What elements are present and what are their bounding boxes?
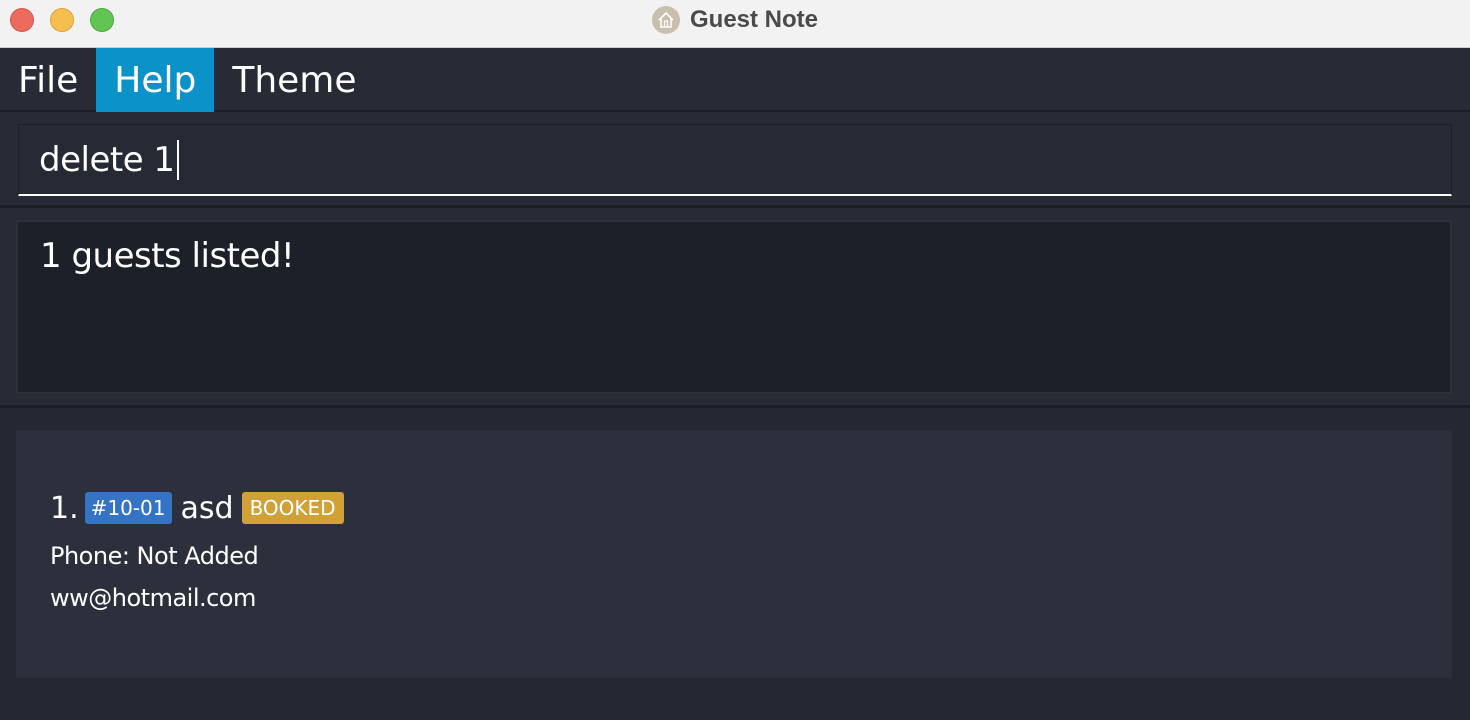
window-title-group: Guest Note	[0, 0, 1470, 40]
menu-bar: File Help Theme	[0, 48, 1470, 112]
menu-file[interactable]: File	[0, 48, 96, 112]
title-bar[interactable]: Guest Note	[0, 0, 1470, 48]
app-window: Guest Note File Help Theme delete 1 1 gu…	[0, 0, 1470, 720]
command-input[interactable]: delete 1	[18, 124, 1452, 196]
guest-list: 1. #10-01 asd BOOKED Phone: Not Added ww…	[0, 408, 1470, 720]
result-section: 1 guests listed!	[0, 208, 1470, 408]
window-title: Guest Note	[689, 6, 818, 33]
command-section: delete 1	[0, 112, 1470, 208]
status-badge: BOOKED	[241, 492, 344, 524]
result-display[interactable]: 1 guests listed!	[16, 220, 1452, 394]
room-tag: #10-01	[84, 492, 172, 524]
result-message: 1 guests listed!	[40, 236, 295, 276]
guest-card-header: 1. #10-01 asd BOOKED	[50, 488, 1418, 528]
guest-phone: Phone: Not Added	[50, 542, 259, 570]
menu-theme[interactable]: Theme	[214, 48, 374, 112]
command-input-value: delete 1	[39, 139, 175, 180]
guest-index: 1.	[50, 490, 79, 526]
guest-name: asd	[180, 490, 234, 526]
guest-card[interactable]: 1. #10-01 asd BOOKED Phone: Not Added ww…	[16, 430, 1452, 678]
text-caret	[176, 139, 179, 180]
menu-help[interactable]: Help	[96, 48, 215, 112]
guest-email: ww@hotmail.com	[50, 584, 256, 612]
house-icon	[651, 6, 680, 34]
